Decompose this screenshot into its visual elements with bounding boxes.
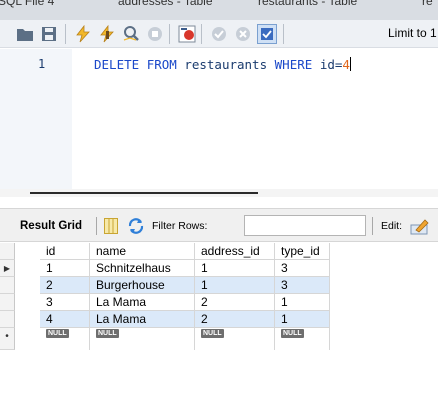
- cell-address-id[interactable]: 2: [195, 294, 275, 311]
- row-header-corner: [0, 243, 15, 260]
- cell-type-id[interactable]: 3: [275, 277, 330, 294]
- cell-type-id[interactable]: 1: [275, 294, 330, 311]
- folder-icon[interactable]: [16, 25, 34, 43]
- toolbar-separator: [169, 24, 170, 44]
- condition-text: id=: [319, 57, 343, 72]
- cell-type-id[interactable]: NULL: [275, 328, 330, 350]
- null-badge: NULL: [201, 329, 224, 338]
- tab-strip: SQL File 4 addresses - Table restaurants…: [0, 0, 438, 20]
- cell-address-id[interactable]: 1: [195, 277, 275, 294]
- sql-editor[interactable]: 1 DELETE FROM restaurants WHERE id=4: [0, 49, 438, 189]
- keyword-from: FROM: [146, 57, 177, 72]
- tab-restaurants-table[interactable]: restaurants - Table: [258, 0, 357, 8]
- cell-id[interactable]: 4: [40, 311, 90, 328]
- cell-name[interactable]: NULL: [90, 328, 195, 350]
- result-grid-tab[interactable]: Result Grid: [20, 220, 82, 232]
- limit-rows-select[interactable]: Limit to 1: [388, 26, 437, 40]
- cell-address-id[interactable]: NULL: [195, 328, 275, 350]
- grid-layout-icon[interactable]: [104, 218, 118, 234]
- tab-overflow[interactable]: re: [422, 0, 433, 8]
- edit-row-icon[interactable]: [410, 217, 430, 235]
- null-badge: NULL: [281, 329, 304, 338]
- edit-label: Edit:: [381, 220, 403, 232]
- stop-icon[interactable]: [146, 25, 164, 43]
- cell-name[interactable]: Burgerhouse: [90, 277, 195, 294]
- new-row-marker: •: [0, 328, 15, 350]
- text-cursor: [349, 57, 351, 71]
- commit-icon[interactable]: [210, 25, 228, 43]
- panel-splitter-handle[interactable]: [30, 192, 258, 194]
- table-name: restaurants: [184, 57, 268, 72]
- cell-name[interactable]: La Mama: [90, 311, 195, 328]
- execute-selection-icon[interactable]: [98, 25, 116, 43]
- cell-id[interactable]: NULL: [40, 328, 90, 350]
- toolbar-separator: [201, 24, 202, 44]
- column-header-type-id[interactable]: type_id: [275, 243, 330, 260]
- toggle-continue-icon[interactable]: [178, 25, 196, 43]
- row-marker: [0, 294, 15, 311]
- cell-address-id[interactable]: 2: [195, 311, 275, 328]
- column-header-name[interactable]: name: [90, 243, 195, 260]
- current-row-marker: ▶: [0, 260, 15, 277]
- cell-type-id[interactable]: 1: [275, 311, 330, 328]
- column-header-id[interactable]: id: [40, 243, 90, 260]
- cell-name[interactable]: Schnitzelhaus: [90, 260, 195, 277]
- toolbar-separator: [65, 24, 66, 44]
- sql-toolbar: Limit to 1: [0, 20, 438, 48]
- cell-id[interactable]: 3: [40, 294, 90, 311]
- cell-address-id[interactable]: 1: [195, 260, 275, 277]
- result-toolbar: Result Grid Filter Rows: Edit:: [0, 208, 438, 242]
- toolbar-separator: [96, 217, 97, 235]
- condition-value: 4: [342, 57, 350, 72]
- line-number: 1: [38, 57, 46, 71]
- column-header-address-id[interactable]: address_id: [195, 243, 275, 260]
- keyword-delete: DELETE: [94, 57, 140, 72]
- filter-rows-label: Filter Rows:: [152, 220, 208, 232]
- autocommit-icon[interactable]: [257, 24, 277, 44]
- cell-type-id[interactable]: 3: [275, 260, 330, 277]
- rollback-icon[interactable]: [234, 25, 252, 43]
- cell-id[interactable]: 1: [40, 260, 90, 277]
- explain-icon[interactable]: [122, 25, 140, 43]
- toolbar-separator: [283, 24, 284, 44]
- cell-id[interactable]: 2: [40, 277, 90, 294]
- null-badge: NULL: [96, 329, 119, 338]
- sql-statement[interactable]: DELETE FROM restaurants WHERE id=4: [94, 57, 351, 72]
- line-gutter: [0, 49, 72, 189]
- row-marker: [0, 277, 15, 294]
- cell-name[interactable]: La Mama: [90, 294, 195, 311]
- tab-sql-file-4[interactable]: SQL File 4: [0, 0, 54, 8]
- refresh-icon[interactable]: [127, 217, 145, 235]
- tab-addresses-table[interactable]: addresses - Table: [118, 0, 213, 8]
- execute-icon[interactable]: [74, 25, 92, 43]
- filter-rows-input[interactable]: [244, 215, 366, 236]
- null-badge: NULL: [46, 329, 69, 338]
- keyword-where: WHERE: [274, 57, 313, 72]
- save-icon[interactable]: [40, 25, 58, 43]
- toolbar-separator: [372, 217, 373, 235]
- row-marker: [0, 311, 15, 328]
